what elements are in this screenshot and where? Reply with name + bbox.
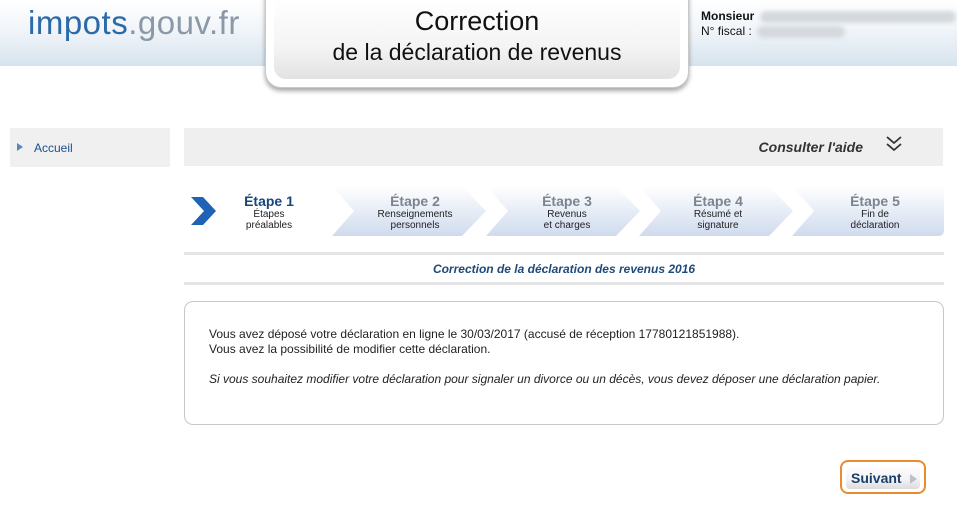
info-message-box: Vous avez déposé votre déclaration en li… — [184, 301, 944, 425]
message-line: Vous avez la possibilité de modifier cet… — [209, 342, 491, 356]
message-line: Vous avez déposé votre déclaration en li… — [209, 327, 740, 341]
step-subtitle: Résumé et signature — [693, 209, 743, 231]
logo-part-impots: impots — [28, 4, 129, 41]
page: impots.gouv.fr Monsieur N° fiscal : Corr… — [0, 0, 957, 510]
divider — [184, 282, 944, 285]
step-5: Étape 5 Fin de déclaration — [792, 186, 944, 236]
next-button-label: Suivant — [851, 470, 902, 486]
page-subtitle: de la déclaration de revenus — [332, 39, 622, 65]
user-title: Monsieur — [701, 9, 755, 23]
step-3: Étape 3 Revenus et charges — [486, 186, 642, 236]
step-title: Étape 2 — [390, 193, 440, 209]
help-link[interactable]: Consulter l'aide — [759, 139, 863, 155]
step-4: Étape 4 Résumé et signature — [639, 186, 795, 236]
step-title: Étape 4 — [693, 193, 743, 209]
divider — [184, 252, 944, 255]
message-note: Si vous souhaitez modifier votre déclara… — [209, 372, 881, 386]
sidebar-item-label: Accueil — [34, 141, 73, 155]
step-2: Étape 2 Renseignements personnels — [332, 186, 488, 236]
fiscal-number-redacted — [757, 25, 846, 38]
step-subtitle: Fin de déclaration — [850, 209, 900, 231]
fiscal-number-label: N° fiscal : — [701, 24, 752, 38]
user-name-redacted — [759, 10, 956, 23]
step-subtitle: Renseignements personnels — [377, 209, 453, 231]
double-chevron-down-icon[interactable] — [883, 134, 905, 156]
page-title: Correction — [414, 6, 540, 36]
current-step-chevron-icon — [191, 197, 216, 225]
step-1: Étape 1 Étapes préalables — [184, 186, 334, 236]
step-title: Étape 1 — [244, 193, 294, 209]
step-title: Étape 5 — [850, 193, 900, 209]
step-title: Étape 3 — [542, 193, 592, 209]
site-logo[interactable]: impots.gouv.fr — [28, 4, 240, 42]
step-subtitle: Étapes préalables — [245, 209, 293, 231]
play-arrow-icon — [17, 143, 23, 151]
section-title: Correction de la déclaration des revenus… — [432, 262, 696, 276]
progress-steps: Étape 1 Étapes préalables Étape 2 Renseig… — [184, 186, 944, 236]
logo-part-domain: .gouv.fr — [128, 4, 240, 41]
step-subtitle: Revenus et charges — [543, 209, 591, 231]
help-bar[interactable]: Consulter l'aide — [184, 128, 943, 166]
next-button[interactable]: Suivant — [840, 460, 926, 494]
user-info: Monsieur N° fiscal : — [701, 9, 956, 39]
sidebar-item-accueil[interactable]: Accueil — [10, 128, 170, 167]
page-title-box: Correction de la déclaration de revenus — [265, 0, 689, 88]
arrow-right-icon — [910, 474, 917, 484]
